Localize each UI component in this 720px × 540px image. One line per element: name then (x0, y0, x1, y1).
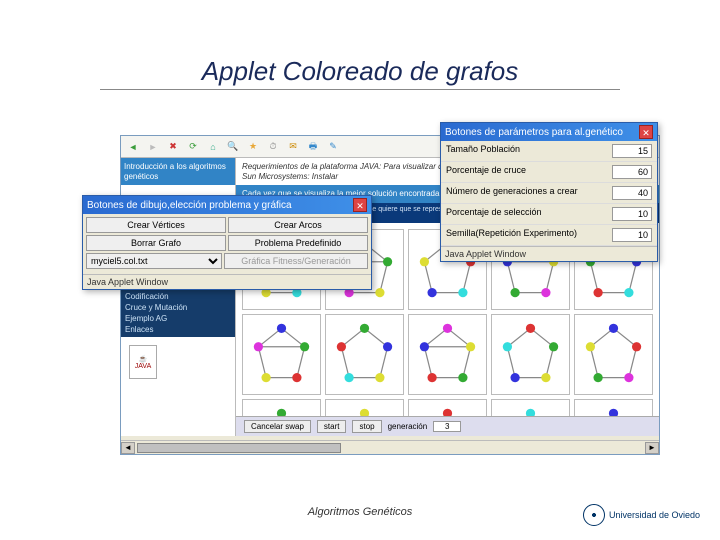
generation-value[interactable] (433, 421, 461, 432)
mail-icon[interactable]: ✉ (285, 139, 301, 155)
university-name: Universidad de Oviedo (609, 510, 700, 520)
scroll-left-icon[interactable]: ◄ (121, 442, 135, 454)
dialog-titlebar[interactable]: Botones de parámetros para al.genético ✕ (441, 123, 657, 141)
search-icon[interactable]: 🔍 (225, 139, 241, 155)
dialog-title: Botones de dibujo,elección problema y gr… (87, 200, 292, 211)
java-label: JAVA (135, 363, 151, 370)
start-button[interactable]: start (317, 420, 347, 433)
param-label: Tamaño Población (446, 144, 520, 158)
dialog-title: Botones de parámetros para al.genético (445, 127, 623, 138)
param-label: Número de generaciones a crear (446, 186, 578, 200)
create-vertices-button[interactable]: Crear Vértices (86, 217, 226, 233)
delete-graph-button[interactable]: Borrar Grafo (86, 235, 226, 251)
population-size-input[interactable] (612, 144, 652, 158)
emblem-icon (583, 504, 605, 526)
history-icon[interactable]: ⏱ (265, 139, 281, 155)
nav-item[interactable]: Ejemplo AG (125, 313, 231, 324)
home-icon[interactable]: ⌂ (205, 139, 221, 155)
seed-input[interactable] (612, 228, 652, 242)
crossover-pct-input[interactable] (612, 165, 652, 179)
forward-icon[interactable]: ► (145, 139, 161, 155)
problem-select[interactable]: myciel5.col.txt (86, 253, 222, 269)
graph-cell[interactable] (574, 314, 653, 395)
refresh-icon[interactable]: ⟳ (185, 139, 201, 155)
param-label: Porcentaje de cruce (446, 165, 526, 179)
bottom-controls: Cancelar swap start stop generación (236, 416, 659, 436)
close-icon[interactable]: ✕ (353, 198, 367, 212)
selection-pct-input[interactable] (612, 207, 652, 221)
dialog-titlebar[interactable]: Botones de dibujo,elección problema y gr… (83, 196, 371, 214)
fitness-graph-button[interactable]: Gráfica Fitness/Generación (224, 253, 368, 269)
graph-cell[interactable] (242, 314, 321, 395)
scroll-right-icon[interactable]: ► (645, 442, 659, 454)
dialog-status: Java Applet Window (83, 274, 371, 289)
close-icon[interactable]: ✕ (639, 125, 653, 139)
nav-item[interactable]: Cruce y Mutación (125, 302, 231, 313)
graph-cell[interactable] (325, 314, 404, 395)
back-icon[interactable]: ◄ (125, 139, 141, 155)
stop-button[interactable]: stop (352, 420, 381, 433)
nav-item[interactable]: Codificación (125, 291, 231, 302)
graph-cell[interactable] (408, 314, 487, 395)
nav-item[interactable]: Enlaces (125, 324, 231, 335)
create-arcs-button[interactable]: Crear Arcos (228, 217, 368, 233)
nav-heading: Introducción a los algoritmos genéticos (121, 158, 235, 185)
param-label: Porcentaje de selección (446, 207, 542, 221)
dialog-status: Java Applet Window (441, 246, 657, 261)
cancel-swap-button[interactable]: Cancelar swap (244, 420, 311, 433)
java-logo: ☕ JAVA (129, 345, 157, 379)
favorites-icon[interactable]: ★ (245, 139, 261, 155)
graph-cell[interactable] (491, 314, 570, 395)
generation-label: generación (388, 422, 428, 431)
stop-icon[interactable]: ✖ (165, 139, 181, 155)
drawing-dialog: Botones de dibujo,elección problema y gr… (82, 195, 372, 290)
scroll-thumb[interactable] (137, 443, 341, 453)
print-icon[interactable]: 🖶 (305, 139, 321, 155)
predefined-problem-button[interactable]: Problema Predefinido (228, 235, 368, 251)
generations-input[interactable] (612, 186, 652, 200)
edit-icon[interactable]: ✎ (325, 139, 341, 155)
horizontal-scrollbar[interactable]: ◄ ► (121, 440, 659, 454)
university-logo: Universidad de Oviedo (583, 504, 700, 526)
parameters-dialog: Botones de parámetros para al.genético ✕… (440, 122, 658, 262)
slide-title: Applet Coloreado de grafos (100, 56, 620, 90)
param-label: Semilla(Repetición Experimento) (446, 228, 577, 242)
